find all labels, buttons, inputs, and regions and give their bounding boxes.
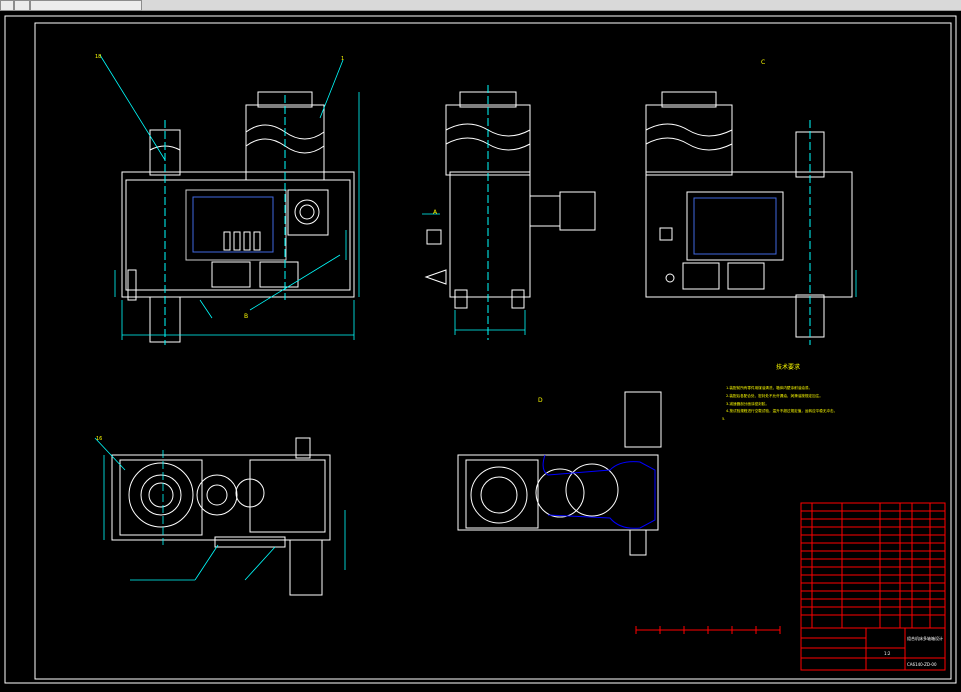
plan-view-right	[457, 391, 662, 556]
title-block-drawing-number: CA6140-ZD-00	[907, 662, 937, 667]
title-block-name: 组合机床多轴箱设计	[907, 635, 943, 641]
scale-bar	[635, 626, 781, 634]
toolbar-button-2[interactable]	[14, 0, 30, 11]
cad-toolbar	[0, 0, 961, 11]
view-label-d: D	[538, 397, 543, 404]
front-view	[121, 91, 355, 345]
drawing-frame	[34, 22, 952, 680]
view-label-c: C	[761, 59, 765, 66]
toolbar-button-1[interactable]	[0, 0, 14, 11]
leader-label: 16	[96, 436, 102, 442]
tech-requirement-3: 3.减速器剖分面涂密封胶。	[726, 401, 769, 406]
tech-requirements-title: 技术要求	[776, 363, 800, 371]
title-block-scale: 1:2	[884, 651, 891, 656]
section-label-a: A	[433, 209, 438, 216]
tech-requirement-4: 4.按试验规程进行空载试验，温升不超过规定值，运转应平稳无冲击。	[726, 408, 837, 413]
drawing-canvas[interactable]: 18 1 B A C 16 D 技术要求 1.装配前所有零件用煤油清洗，箱体内壁…	[0, 11, 961, 688]
tech-requirement-5: 5.	[722, 417, 725, 421]
tech-requirement-2: 2.装配后各配合处、密封处不允许漏油，润滑油按规定加注。	[726, 393, 823, 398]
rear-view	[645, 91, 853, 345]
side-view-dimensions	[422, 213, 526, 335]
section-label-b: B	[244, 313, 248, 320]
plan-view-left	[111, 437, 331, 596]
parts-list	[800, 502, 946, 629]
leader-label: 18	[95, 54, 101, 60]
leader-label: 1	[341, 56, 344, 62]
cad-drawing: 18 1 B A C 16 D 技术要求 1.装配前所有零件用煤油清洗，箱体内壁…	[4, 15, 957, 684]
technical-requirements: 技术要求 1.装配前所有零件用煤油清洗，箱体内壁涂耐油油漆。 2.装配后各配合处…	[722, 363, 837, 421]
side-view	[424, 85, 596, 340]
tech-requirement-1: 1.装配前所有零件用煤油清洗，箱体内壁涂耐油油漆。	[726, 385, 812, 390]
toolbar-tab[interactable]	[30, 0, 142, 11]
